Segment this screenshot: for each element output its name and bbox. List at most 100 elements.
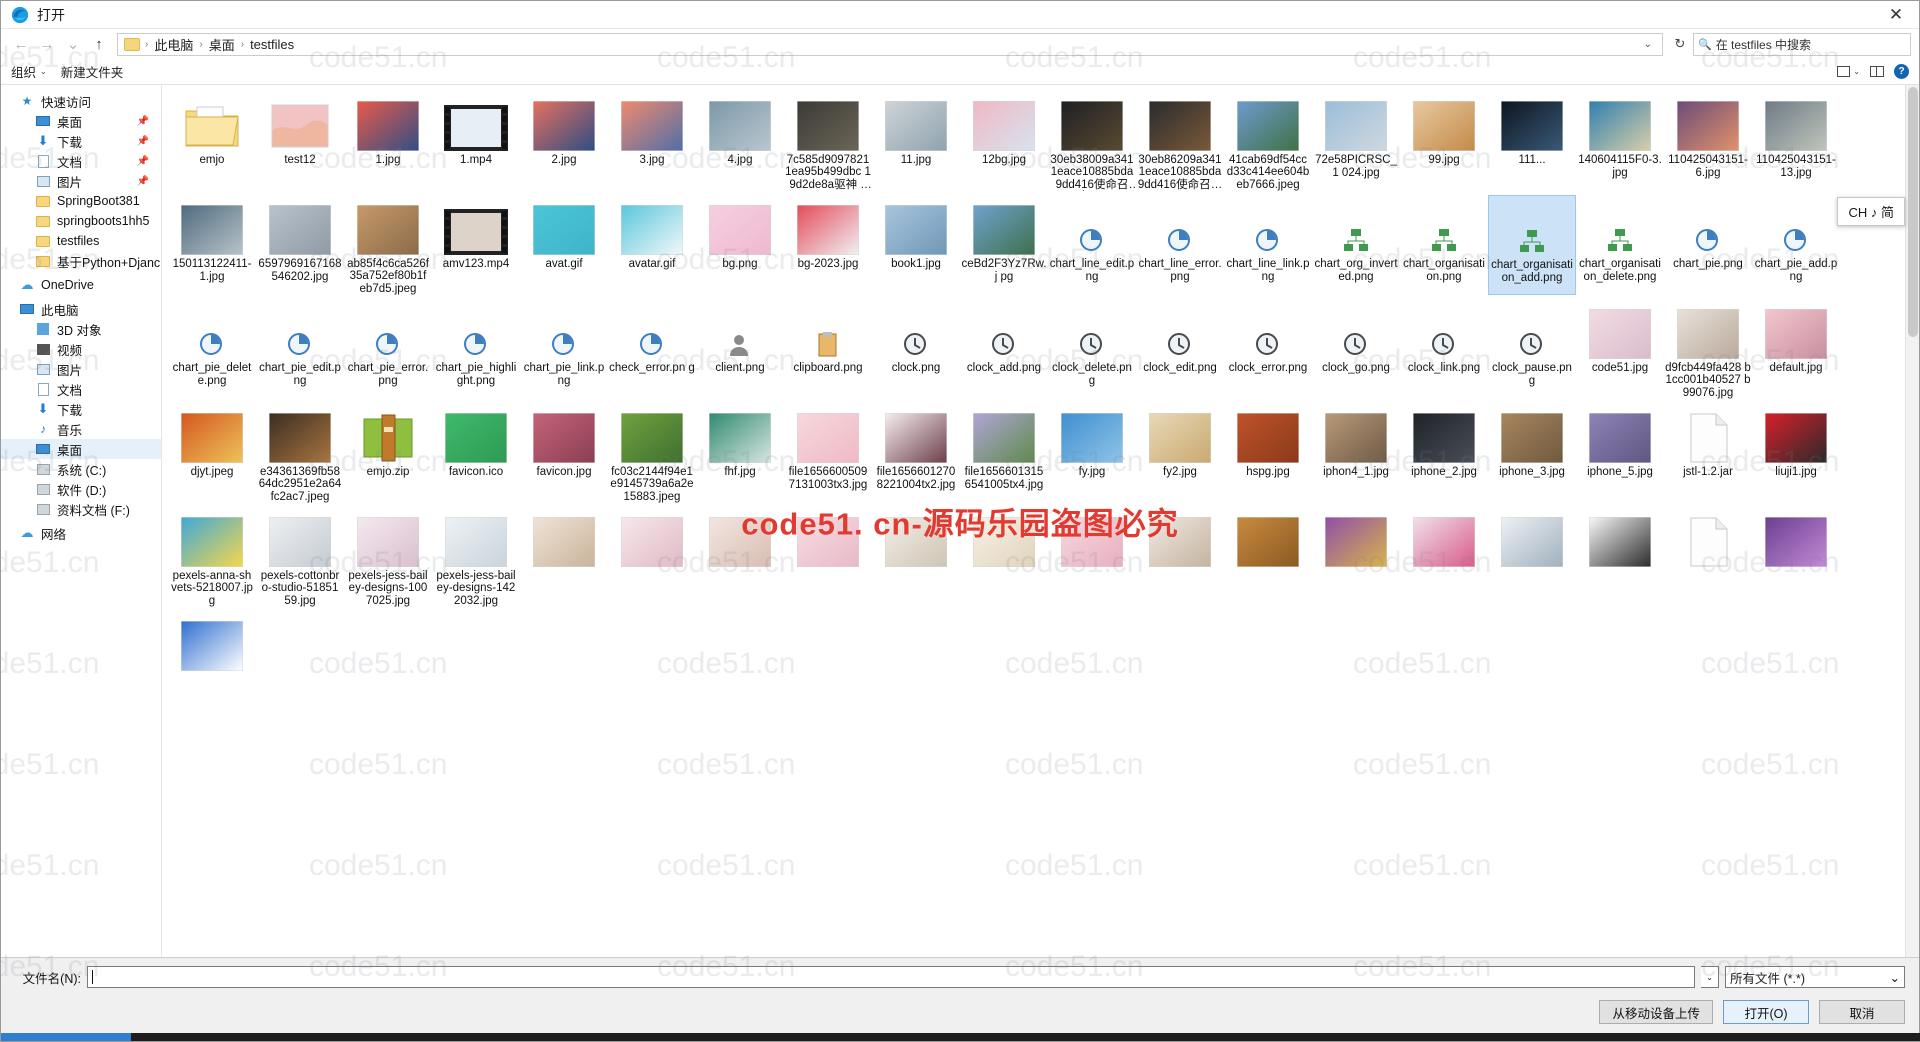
file-item[interactable]: fhf.jpg <box>696 403 784 503</box>
file-item[interactable] <box>872 507 960 607</box>
file-item[interactable] <box>1312 507 1400 607</box>
file-item[interactable] <box>1048 507 1136 607</box>
file-item[interactable]: fy2.jpg <box>1136 403 1224 503</box>
sidebar-item-3D 对象[interactable]: 3D 对象 <box>1 319 161 339</box>
file-list-area[interactable]: emjo test12 1.jpg 1.mp4 2.jpg 3.jpg 4.jpg 7c585… <box>161 85 1919 957</box>
breadcrumb-item-1[interactable]: 桌面 <box>205 34 239 55</box>
sidebar-item-资料文档 (F:)[interactable]: 资料文档 (F:) <box>1 499 161 519</box>
cancel-button[interactable]: 取消 <box>1819 1000 1905 1024</box>
sidebar-item-系统 (C:)[interactable]: 系统 (C:) <box>1 459 161 479</box>
filename-dropdown-button[interactable]: ⌄ <box>1701 966 1719 988</box>
file-item[interactable]: d9fcb449fa428 b1cc001b40527 b99076.jpg <box>1664 299 1752 399</box>
file-item[interactable]: chart_pie_error. png <box>344 299 432 399</box>
file-item[interactable]: clock_link.png <box>1400 299 1488 399</box>
file-item[interactable]: chart_organisati on_add.png <box>1488 195 1576 295</box>
file-item[interactable]: fy.jpg <box>1048 403 1136 503</box>
file-item[interactable]: clock_add.png <box>960 299 1048 399</box>
file-item[interactable]: favicon.jpg <box>520 403 608 503</box>
file-item[interactable]: djyt.jpeg <box>168 403 256 503</box>
back-button[interactable]: ← <box>9 32 33 56</box>
pin-icon[interactable]: 📌 <box>137 156 149 167</box>
sidebar-item-图片[interactable]: 图片 <box>1 359 161 379</box>
file-item[interactable]: 1.mp4 <box>432 91 520 191</box>
new-folder-button[interactable]: 新建文件夹 <box>61 62 124 81</box>
sidebar-item-基于Python+Djanc[interactable]: 基于Python+Djanc <box>1 251 161 271</box>
file-item[interactable]: fc03c2144f94e1 e9145739a6a2e 15883.jpeg <box>608 403 696 503</box>
file-item[interactable]: code51.jpg <box>1576 299 1664 399</box>
file-item[interactable] <box>1576 507 1664 607</box>
open-button[interactable]: 打开(O) <box>1723 1000 1809 1024</box>
file-item[interactable]: 30eb86209a341 1eace10885bda 9dd416使命召唤 1… <box>1136 91 1224 191</box>
file-item[interactable]: ab85f4c6ca526f 35a752ef80b1f eb7d5.jpeg <box>344 195 432 295</box>
sidebar-item-下载[interactable]: ⬇ 下载 📌 <box>1 131 161 151</box>
file-item[interactable] <box>1488 507 1576 607</box>
file-item[interactable]: clock_delete.pn g <box>1048 299 1136 399</box>
vertical-scrollbar[interactable] <box>1905 85 1919 957</box>
file-item[interactable]: emjo <box>168 91 256 191</box>
file-item[interactable]: iphon4_1.jpg <box>1312 403 1400 503</box>
file-item[interactable]: clock_edit.png <box>1136 299 1224 399</box>
file-item[interactable] <box>1400 507 1488 607</box>
file-item[interactable] <box>520 507 608 607</box>
sidebar-group-此电脑[interactable]: 此电脑 <box>1 299 161 319</box>
sidebar-item-桌面[interactable]: 桌面 <box>1 439 161 459</box>
file-item[interactable]: chart_pie.png <box>1664 195 1752 295</box>
file-item[interactable]: chart_pie_delet e.png <box>168 299 256 399</box>
file-item[interactable] <box>168 611 256 711</box>
file-item[interactable]: clock_go.png <box>1312 299 1400 399</box>
file-item[interactable]: pexels-jess-bail ey-designs-100 7025.jpg <box>344 507 432 607</box>
sidebar-item-音乐[interactable]: ♪ 音乐 <box>1 419 161 439</box>
file-item[interactable]: client.png <box>696 299 784 399</box>
file-item[interactable]: file1656600509 7131003tx3.jpg <box>784 403 872 503</box>
file-item[interactable]: liuji1.jpg <box>1752 403 1840 503</box>
file-item[interactable]: avatar.gif <box>608 195 696 295</box>
pin-icon[interactable]: 📌 <box>137 176 149 187</box>
file-item[interactable] <box>1224 507 1312 607</box>
file-item[interactable]: 140604115F0-3. jpg <box>1576 91 1664 191</box>
file-item[interactable]: pexels-jess-bail ey-designs-142 2032.jpg <box>432 507 520 607</box>
navigation-sidebar[interactable]: ★ 快速访问 桌面 📌 ⬇ 下载 📌 文档 📌 图片 📌 SpringBoot381 springboo… <box>1 85 161 957</box>
sidebar-group-OneDrive[interactable]: ☁ OneDrive <box>1 275 161 295</box>
file-item[interactable]: pexels-cottonbr o-studio-51851 59.jpg <box>256 507 344 607</box>
file-item[interactable]: test12 <box>256 91 344 191</box>
file-item[interactable]: default.jpg <box>1752 299 1840 399</box>
file-item[interactable]: 110425043151- 13.jpg <box>1752 91 1840 191</box>
file-item[interactable]: favicon.ico <box>432 403 520 503</box>
file-item[interactable]: chart_line_error. png <box>1136 195 1224 295</box>
file-item[interactable]: chart_pie_add.p ng <box>1752 195 1840 295</box>
sidebar-item-图片[interactable]: 图片 📌 <box>1 171 161 191</box>
scrollbar-thumb[interactable] <box>1908 87 1918 337</box>
file-item[interactable]: file1656601315 6541005tx4.jpg <box>960 403 1048 503</box>
forward-button[interactable]: → <box>35 32 59 56</box>
file-item[interactable]: bg-2023.jpg <box>784 195 872 295</box>
file-item[interactable]: hspg.jpg <box>1224 403 1312 503</box>
file-item[interactable]: clock_pause.pn g <box>1488 299 1576 399</box>
file-item[interactable]: 41cab69df54cc d33c414ee604b eb7666.jpeg <box>1224 91 1312 191</box>
file-item[interactable]: emjo.zip <box>344 403 432 503</box>
file-item[interactable]: 30eb38009a341 1eace10885bda 9dd416使命召 唤.… <box>1048 91 1136 191</box>
file-item[interactable]: avat.gif <box>520 195 608 295</box>
refresh-icon[interactable]: ↻ <box>1669 33 1691 56</box>
breadcrumb-item-2[interactable]: testfiles <box>246 36 298 53</box>
file-item[interactable] <box>784 507 872 607</box>
file-item[interactable]: ceBd2F3Yz7Rw.j pg <box>960 195 1048 295</box>
file-item[interactable]: chart_line_edit.p ng <box>1048 195 1136 295</box>
sidebar-item-文档[interactable]: 文档 📌 <box>1 151 161 171</box>
recent-locations-button[interactable]: ⌄ <box>61 32 85 56</box>
up-button[interactable]: ↑ <box>87 32 111 56</box>
file-item[interactable] <box>1664 507 1752 607</box>
ime-indicator[interactable]: CH ♪ 简 <box>1837 197 1905 226</box>
file-item[interactable]: 150113122411- 1.jpg <box>168 195 256 295</box>
file-item[interactable]: chart_org_invert ed.png <box>1312 195 1400 295</box>
file-item[interactable]: clock_error.png <box>1224 299 1312 399</box>
organize-button[interactable]: 组织 ⌄ <box>11 62 47 81</box>
pin-icon[interactable]: 📌 <box>137 116 149 127</box>
file-item[interactable] <box>608 507 696 607</box>
file-item[interactable]: 1.jpg <box>344 91 432 191</box>
file-item[interactable]: jstl-1.2.jar <box>1664 403 1752 503</box>
file-item[interactable] <box>1136 507 1224 607</box>
file-item[interactable] <box>1752 507 1840 607</box>
close-icon[interactable]: ✕ <box>1873 1 1919 29</box>
file-item[interactable]: chart_pie_link.p ng <box>520 299 608 399</box>
file-item[interactable]: chart_organisati on.png <box>1400 195 1488 295</box>
